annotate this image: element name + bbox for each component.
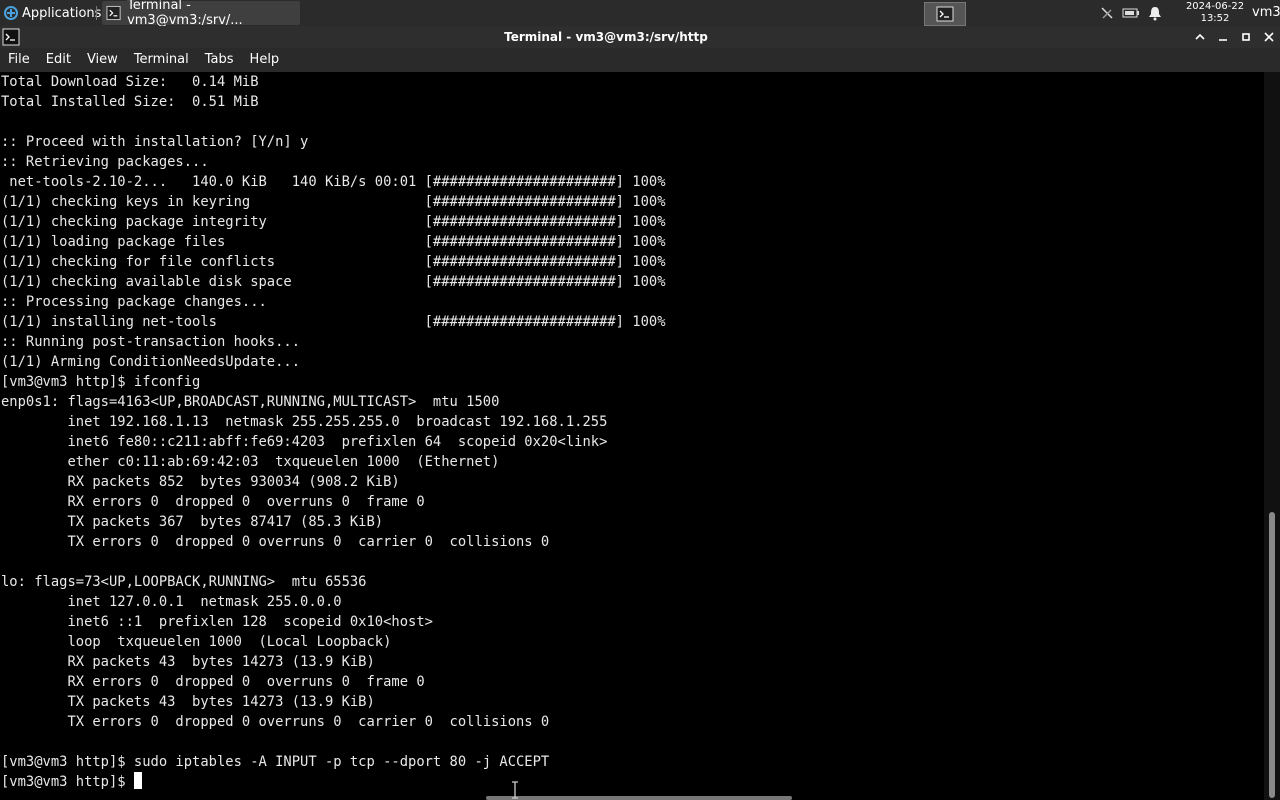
- menubar: File Edit View Terminal Tabs Help: [0, 48, 1280, 72]
- terminal-line: inet 127.0.0.1 netmask 255.0.0.0: [1, 594, 342, 610]
- taskbar-terminal-button[interactable]: Terminal - vm3@vm3:/srv/...: [102, 0, 300, 28]
- terminal-line: (1/1) Arming ConditionNeedsUpdate...: [1, 354, 301, 370]
- user-menu[interactable]: vm3: [1252, 0, 1280, 26]
- chevron-up-icon: [1195, 33, 1205, 40]
- terminal-text: Total Download Size: 0.14 MiB Total Insta…: [0, 72, 1264, 792]
- horizontal-scroll-indicator: [486, 796, 792, 800]
- terminal-line: (1/1) checking for file conflicts [#####…: [1, 254, 666, 270]
- xfce-logo-icon: [4, 6, 18, 20]
- terminal-line: net-tools-2.10-2... 140.0 KiB 140 KiB/s …: [1, 174, 666, 190]
- menu-edit[interactable]: Edit: [38, 48, 79, 72]
- shell-prompt: [vm3@vm3 http]$: [1, 774, 134, 790]
- terminal-line: lo: flags=73<UP,LOOPBACK,RUNNING> mtu 65…: [1, 574, 367, 590]
- terminal-icon: [936, 6, 954, 22]
- terminal-line: TX errors 0 dropped 0 overruns 0 carrier…: [1, 714, 550, 730]
- clock-date: 2024-06-22: [1185, 1, 1245, 12]
- terminal-line: [vm3@vm3 http]$ ifconfig: [1, 374, 201, 390]
- close-button[interactable]: [1258, 26, 1280, 48]
- menu-file[interactable]: File: [0, 48, 38, 72]
- terminal-line: loop txqueuelen 1000 (Local Loopback): [1, 634, 392, 650]
- terminal-line: (1/1) checking package integrity [######…: [1, 214, 666, 230]
- battery-icon[interactable]: [1122, 4, 1140, 22]
- panel-separator: [96, 6, 97, 20]
- terminal-line: Total Installed Size: 0.51 MiB: [1, 94, 259, 110]
- terminal-line: RX packets 852 bytes 930034 (908.2 KiB): [1, 474, 400, 490]
- terminal-line: :: Retrieving packages...: [1, 154, 209, 170]
- workspace-1-button[interactable]: [924, 2, 966, 26]
- terminal-line: TX packets 367 bytes 87417 (85.3 KiB): [1, 514, 384, 530]
- terminal-line: :: Processing package changes...: [1, 294, 267, 310]
- close-icon: [1264, 32, 1274, 42]
- terminal-line: ether c0:11:ab:69:42:03 txqueuelen 1000 …: [1, 454, 500, 470]
- window-title: Terminal - vm3@vm3:/srv/http: [504, 30, 708, 44]
- terminal-line: RX packets 43 bytes 14273 (13.9 KiB): [1, 654, 375, 670]
- text-cursor-icon: [512, 781, 518, 799]
- system-tray: [1098, 0, 1164, 26]
- menu-tabs[interactable]: Tabs: [197, 48, 242, 72]
- maximize-icon: [1242, 33, 1250, 41]
- clock-time: 13:52: [1200, 13, 1230, 24]
- network-disconnected-icon[interactable]: [1098, 4, 1116, 22]
- window-shade-button[interactable]: [1189, 26, 1211, 48]
- terminal-line: inet6 fe80::c211:abff:fe69:4203 prefixle…: [1, 434, 608, 450]
- terminal-icon: [106, 5, 121, 21]
- menu-terminal[interactable]: Terminal: [126, 48, 197, 72]
- maximize-button[interactable]: [1235, 26, 1257, 48]
- panel-clock[interactable]: 2024-06-22 13:52: [1184, 0, 1246, 26]
- terminal-line: RX errors 0 dropped 0 overruns 0 frame 0: [1, 674, 425, 690]
- window-titlebar[interactable]: Terminal - vm3@vm3:/srv/http: [0, 26, 1280, 48]
- notification-bell-icon[interactable]: [1146, 4, 1164, 22]
- workspace-2-button[interactable]: [965, 2, 1005, 24]
- vertical-scrollbar[interactable]: [1264, 72, 1280, 800]
- terminal-line: TX packets 43 bytes 14273 (13.9 KiB): [1, 694, 375, 710]
- applications-menu[interactable]: Applications: [0, 0, 101, 26]
- terminal-line: (1/1) loading package files [###########…: [1, 234, 666, 250]
- terminal-line: :: Proceed with installation? [Y/n] y: [1, 134, 309, 150]
- minimize-button[interactable]: [1212, 26, 1234, 48]
- terminal-line: [vm3@vm3 http]$ sudo iptables -A INPUT -…: [1, 754, 550, 770]
- minimize-icon: [1219, 39, 1227, 41]
- terminal-line: (1/1) installing net-tools [############…: [1, 314, 666, 330]
- menu-help[interactable]: Help: [242, 48, 288, 72]
- terminal-line: (1/1) checking keys in keyring [########…: [1, 194, 666, 210]
- terminal-line: (1/1) checking available disk space [###…: [1, 274, 666, 290]
- menu-view[interactable]: View: [79, 48, 126, 72]
- terminal-line: :: Running post-transaction hooks...: [1, 334, 301, 350]
- terminal-cursor: [133, 772, 142, 789]
- terminal-line: RX errors 0 dropped 0 overruns 0 frame 0: [1, 494, 425, 510]
- terminal-prompt-line[interactable]: [vm3@vm3 http]$: [1, 772, 1264, 792]
- taskbar-terminal-label: Terminal - vm3@vm3:/srv/...: [127, 0, 243, 28]
- applications-label: Applications: [22, 5, 102, 21]
- scrollbar-thumb[interactable]: [1269, 512, 1275, 798]
- terminal-line: Total Download Size: 0.14 MiB: [1, 74, 259, 90]
- terminal-line: inet6 ::1 prefixlen 128 scopeid 0x10<hos…: [1, 614, 433, 630]
- top-panel: Applications Terminal - vm3@vm3:/srv/...…: [0, 0, 1280, 28]
- terminal-output-area[interactable]: Total Download Size: 0.14 MiB Total Insta…: [0, 72, 1264, 800]
- terminal-line: inet 192.168.1.13 netmask 255.255.255.0 …: [1, 414, 608, 430]
- terminal-line: TX errors 0 dropped 0 overruns 0 carrier…: [1, 534, 550, 550]
- terminal-line: enp0s1: flags=4163<UP,BROADCAST,RUNNING,…: [1, 394, 500, 410]
